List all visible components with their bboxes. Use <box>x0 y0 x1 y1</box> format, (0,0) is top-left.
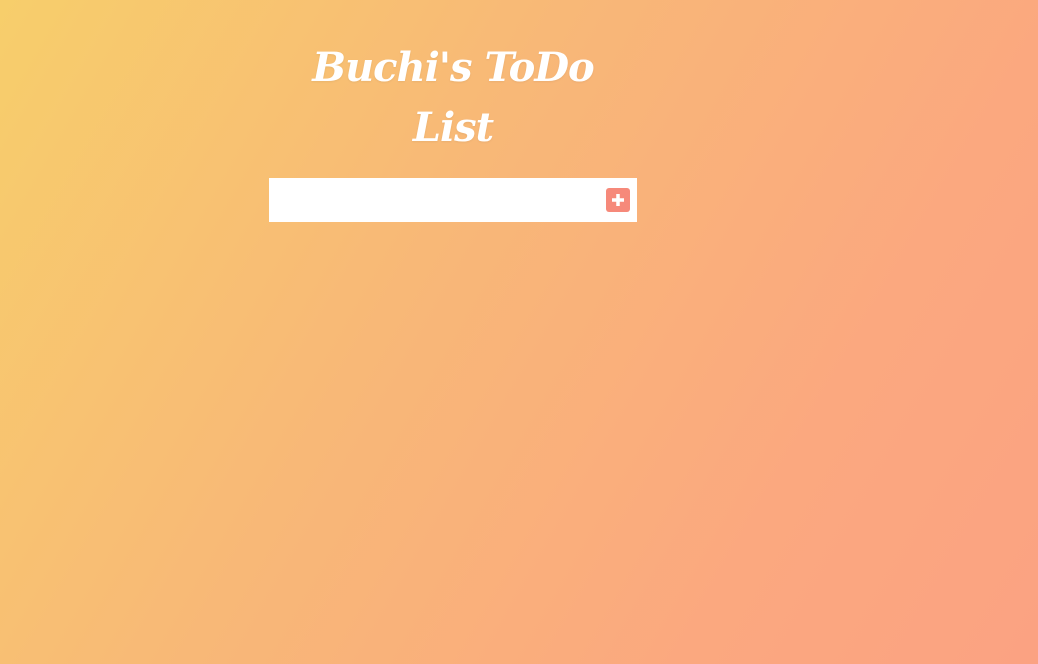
add-todo-button[interactable] <box>606 188 630 212</box>
todo-input[interactable] <box>269 178 606 222</box>
page-header: Buchi's ToDo List <box>269 38 637 158</box>
plus-icon <box>612 194 624 206</box>
page-title: Buchi's ToDo List <box>312 44 594 151</box>
todo-form <box>269 178 637 222</box>
